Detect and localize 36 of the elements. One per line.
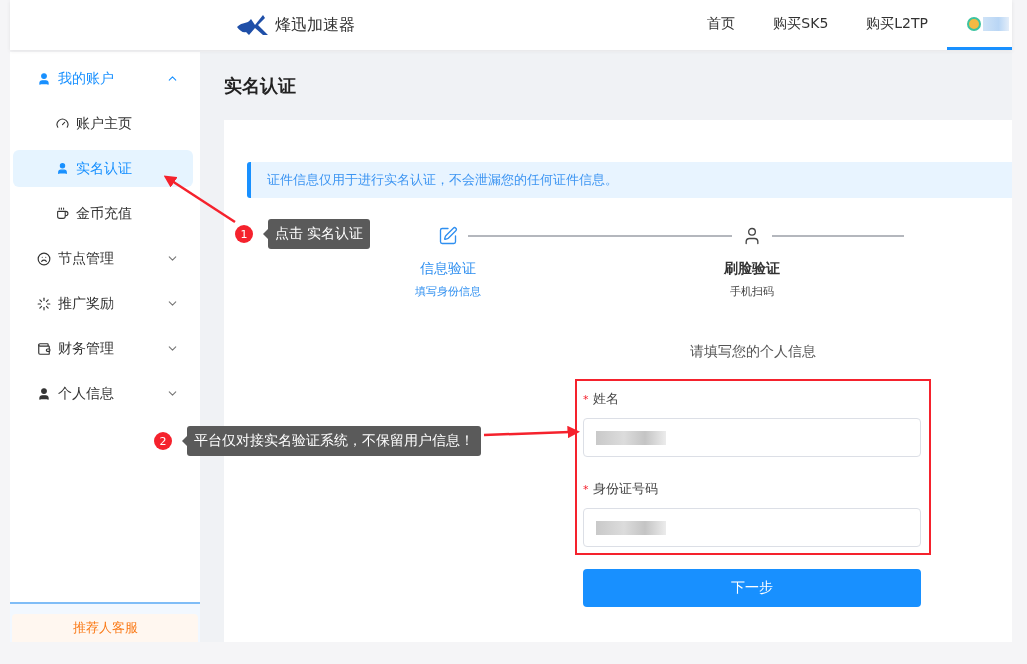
field-label: 姓名 bbox=[592, 390, 619, 408]
sidebar-item[interactable]: 账户主页 bbox=[13, 105, 193, 142]
nav-link[interactable]: 购买SK5 bbox=[754, 0, 848, 50]
sidebar-item[interactable]: 个人信息 bbox=[13, 375, 193, 412]
menu-icon bbox=[56, 162, 69, 175]
avatar-icon bbox=[967, 16, 981, 31]
step-subtitle: 手机扫码 bbox=[730, 284, 774, 299]
menu-icon bbox=[37, 296, 51, 311]
nav-link[interactable]: 首页 bbox=[688, 0, 755, 50]
sidebar-item[interactable]: 推广奖励 bbox=[13, 285, 193, 322]
annotation-callout: 点击 实名认证 bbox=[268, 219, 371, 249]
form-heading: 请填写您的个人信息 bbox=[689, 343, 817, 361]
brand-name: 烽迅加速器 bbox=[275, 14, 355, 36]
annotation-callout: 平台仅对接实名验证系统，不保留用户信息！ bbox=[187, 426, 481, 456]
menu-icon bbox=[37, 71, 51, 86]
step-subtitle: 填写身份信息 bbox=[415, 284, 481, 299]
sidebar-item[interactable]: 金币充值 bbox=[13, 195, 193, 232]
menu-icon bbox=[37, 341, 51, 356]
menu-icon bbox=[56, 117, 69, 130]
menu-icon bbox=[37, 251, 51, 266]
step-title: 信息验证 bbox=[420, 260, 476, 278]
sidebar-item[interactable]: 节点管理 bbox=[13, 240, 193, 277]
sidebar-item[interactable]: 财务管理 bbox=[13, 330, 193, 367]
menu-icon bbox=[56, 207, 69, 220]
nav-link[interactable]: 购买L2TP bbox=[847, 0, 947, 50]
input-field[interactable] bbox=[583, 508, 921, 547]
required-mark: * bbox=[583, 392, 589, 406]
blurred-username bbox=[983, 16, 1009, 31]
logo-icon bbox=[235, 13, 271, 37]
required-mark: * bbox=[583, 482, 589, 496]
page-title: 实名认证 bbox=[224, 74, 297, 98]
menu-icon bbox=[37, 386, 51, 401]
step-title: 刷脸验证 bbox=[724, 260, 780, 278]
field-label: 身份证号码 bbox=[592, 480, 658, 498]
input-field[interactable] bbox=[583, 418, 921, 457]
notice-bar: 证件信息仅用于进行实名认证，不会泄漏您的任何证件信息。 bbox=[247, 162, 1012, 198]
